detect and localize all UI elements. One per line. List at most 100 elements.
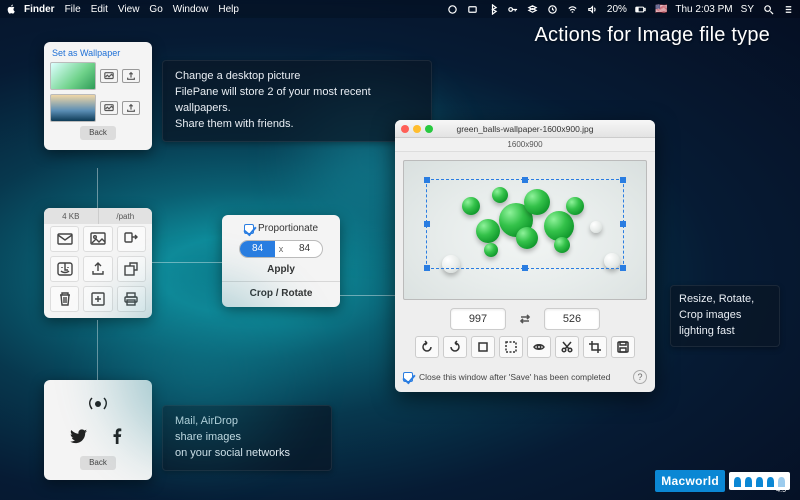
size-pill: 84 x 84 [239,240,323,258]
set-wallpaper-icon[interactable] [100,101,118,115]
caption-line: Crop images [679,308,771,324]
crop-rotate-button[interactable]: Crop / Rotate [230,288,332,299]
mac-menubar: Finder File Edit View Go Window Help 20%… [0,0,800,18]
action-share-icon[interactable] [83,256,112,282]
editor-footer: Close this window after 'Save' has been … [395,366,655,392]
wifi-icon[interactable] [567,3,579,15]
caption-line: Resize, Rotate, [679,292,771,308]
bluetooth-icon[interactable] [487,3,499,15]
action-mail-icon[interactable] [50,226,79,252]
wallpaper-row [50,62,146,90]
twitter-icon[interactable] [67,424,91,448]
menubar-item-file[interactable]: File [65,4,81,15]
menubar-user[interactable]: SY [741,4,754,15]
cut-icon[interactable] [555,336,579,358]
crop-selection[interactable] [426,179,624,269]
connector [340,295,395,296]
menulet-icon[interactable] [467,3,479,15]
action-resize-icon[interactable] [117,256,146,282]
notification-center-icon[interactable] [782,3,794,15]
spotlight-icon[interactable] [762,3,774,15]
action-trash-icon[interactable] [50,286,79,312]
caption-line: on your social networks [175,446,319,462]
share-panel: Back [44,380,152,480]
menubar-clock[interactable]: Thu 2:03 PM [675,4,732,15]
crop-width-input[interactable]: 997 [450,308,506,330]
key-icon[interactable] [507,3,519,15]
save-icon[interactable] [611,336,635,358]
proportionate-label: Proportionate [258,223,318,234]
menubar-item-window[interactable]: Window [173,4,209,15]
resize-panel: Proportionate 84 x 84 Apply Crop / Rotat… [222,215,340,307]
wallpaper-thumb[interactable] [50,62,96,90]
checkbox-icon [244,224,254,234]
airdrop-icon[interactable] [86,392,110,416]
close-after-save-checkbox[interactable] [403,372,413,382]
proportionate-checkbox[interactable]: Proportionate [230,223,332,234]
battery-percent[interactable]: 20% [607,4,627,15]
menubar-item-view[interactable]: View [118,4,140,15]
editor-canvas[interactable] [403,160,647,300]
back-button[interactable]: Back [80,456,116,470]
wallpaper-row [50,94,146,122]
macworld-badge: Macworld 4.5 [655,470,790,492]
tab-size[interactable]: 4 KB [44,208,99,224]
action-print-icon[interactable] [117,286,146,312]
action-convert-icon[interactable] [117,226,146,252]
menubar-app-name[interactable]: Finder [24,4,55,15]
actions-grid-panel: 4 KB /path [44,208,152,318]
help-icon[interactable]: ? [633,370,647,384]
caption-line: share images [175,430,319,446]
menubar-item-go[interactable]: Go [149,4,162,15]
apple-menu-icon[interactable] [6,4,16,14]
connector [97,168,98,208]
close-after-save-label: Close this window after 'Save' has been … [419,372,610,382]
preview-icon[interactable] [527,336,551,358]
dropbox-icon[interactable] [527,3,539,15]
menubar-item-edit[interactable]: Edit [91,4,108,15]
caption-line: FilePane will store 2 of your most recen… [175,85,419,117]
width-value[interactable]: 84 [240,241,275,257]
volume-icon[interactable] [587,3,599,15]
page-title: Actions for Image file type [534,24,770,47]
caption-line: lighting fast [679,324,771,340]
menubar-status-area: 20% 🇺🇸 Thu 2:03 PM SY [447,3,794,15]
action-finder-icon[interactable] [50,256,79,282]
caption-line: Change a desktop picture [175,69,419,85]
connector [152,262,222,263]
apply-button[interactable]: Apply [230,264,332,275]
select-icon[interactable] [499,336,523,358]
action-new-icon[interactable] [83,286,112,312]
share-icon[interactable] [122,69,140,83]
action-image-icon[interactable] [83,226,112,252]
grid-tabbar: 4 KB /path [44,208,152,224]
aspect-square-icon[interactable] [471,336,495,358]
menubar-app-menus: Finder File Edit View Go Window Help [24,4,239,15]
wallpaper-panel: Set as Wallpaper Back [44,42,152,150]
back-button[interactable]: Back [80,126,116,140]
facebook-icon[interactable] [105,424,129,448]
set-wallpaper-icon[interactable] [100,69,118,83]
wallpaper-thumb[interactable] [50,94,96,122]
menulet-icon[interactable] [447,3,459,15]
battery-icon[interactable] [635,3,647,15]
crop-height-input[interactable]: 526 [544,308,600,330]
editor-titlebar[interactable]: green_balls-wallpaper-1600x900.jpg [395,120,655,138]
caption-line: Share them with friends. [175,117,419,133]
timemachine-icon[interactable] [547,3,559,15]
wallpaper-panel-title: Set as Wallpaper [50,48,146,62]
rotate-right-icon[interactable] [443,336,467,358]
tab-path[interactable]: /path [99,208,153,224]
input-flag[interactable]: 🇺🇸 [655,4,667,15]
x-separator: x [275,244,287,254]
crop-dimensions: 997 526 [403,308,647,330]
height-value[interactable]: 84 [287,241,322,257]
menubar-item-help[interactable]: Help [218,4,239,15]
crop-icon[interactable] [583,336,607,358]
rotate-left-icon[interactable] [415,336,439,358]
share-icon[interactable] [122,101,140,115]
image-editor-window: green_balls-wallpaper-1600x900.jpg 1600x… [395,120,655,392]
editor-dimensions-label: 1600x900 [395,138,655,152]
swap-dimensions-icon[interactable] [516,310,534,328]
editor-toolbar [403,336,647,358]
